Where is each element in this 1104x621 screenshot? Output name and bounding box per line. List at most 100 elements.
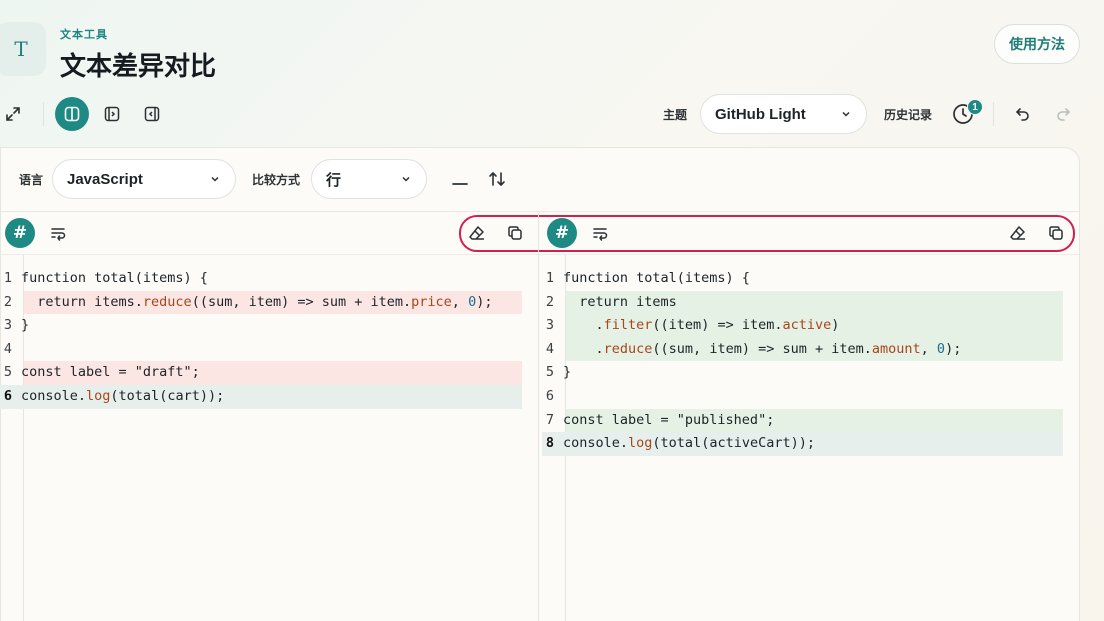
- line-number: 3: [545, 317, 555, 334]
- code-token: );: [476, 293, 493, 310]
- code-token: ((sum, item) => sum + item.: [652, 340, 872, 357]
- line-number: 6: [3, 387, 13, 404]
- code-text: console.log(total(cart));: [21, 385, 224, 409]
- code-token: (total(cart));: [110, 387, 225, 404]
- pane-divider: [538, 212, 539, 621]
- code-line: 2 return items: [542, 290, 1063, 315]
- code-token: return items.: [21, 293, 143, 310]
- line-number: 8: [545, 435, 555, 452]
- toolbar-divider: [993, 102, 994, 126]
- code-token: function total(items) {: [563, 270, 750, 286]
- code-token: );: [945, 340, 962, 357]
- line-number: 4: [545, 340, 555, 357]
- theme-select-value: GitHub Light: [715, 105, 806, 123]
- code-text: }: [563, 361, 571, 385]
- history-count-badge: 1: [967, 99, 983, 115]
- compare-mode-value: 行: [326, 171, 342, 189]
- code-token: log: [628, 435, 653, 452]
- code-line: 5 const label = "draft";: [0, 361, 522, 385]
- expand-icon[interactable]: [0, 97, 30, 131]
- code-text: console.log(total(activeCart));: [563, 432, 815, 456]
- code-token: price: [411, 293, 452, 310]
- redo-icon: [1057, 108, 1071, 121]
- code-token: reduce: [603, 340, 653, 357]
- compare-mode-select[interactable]: 行: [311, 159, 427, 199]
- code-token: filter: [603, 317, 653, 334]
- code-token: (total(activeCart));: [652, 435, 815, 452]
- code-token: 0: [468, 293, 477, 310]
- code-token: ((item) => item.: [652, 317, 783, 334]
- line-number: 1: [3, 270, 13, 286]
- options-bar: 语言 JavaScript 比较方式 行: [1, 148, 1079, 212]
- app-logo: T: [0, 22, 46, 76]
- swap-sides-button[interactable]: [480, 162, 514, 196]
- code-text: function total(items) {: [21, 267, 208, 291]
- wrap-toggle-left[interactable]: [47, 222, 69, 244]
- history-label: 历史记录: [884, 108, 933, 122]
- code-line: 3}: [0, 314, 522, 338]
- right-editor[interactable]: 1 function total(items) { 2 return items 3 …: [542, 267, 1063, 456]
- toolbar-divider: [43, 102, 44, 126]
- code-token: const label = "draft";: [21, 364, 200, 381]
- code-text: return items: [563, 291, 677, 315]
- collapse-unchanged-button[interactable]: [443, 162, 477, 196]
- undo-button[interactable]: [1006, 97, 1040, 131]
- code-token: function total(items) {: [21, 270, 208, 286]
- code-line: 8 console.log(total(activeCart));: [542, 432, 1063, 456]
- theme-select[interactable]: GitHub Light: [700, 94, 867, 134]
- code-token: log: [86, 387, 111, 404]
- code-token: const label = "published";: [563, 411, 775, 428]
- chevron-down-icon: [211, 176, 219, 182]
- minus-icon: [452, 183, 468, 185]
- code-token: .: [563, 340, 604, 357]
- code-line: 7 const label = "published";: [542, 408, 1063, 433]
- code-token: reduce: [142, 293, 192, 310]
- code-line: 3 .filter((item) => item.active): [542, 314, 1063, 338]
- code-text: .reduce((sum, item) => sum + item.amount…: [563, 338, 962, 362]
- page-title: 文本差异对比: [60, 51, 217, 81]
- panel-left-button[interactable]: [135, 97, 169, 131]
- code-text: return items.reduce((sum, item) => sum +…: [21, 291, 492, 315]
- line-number: 6: [545, 387, 555, 404]
- language-select[interactable]: JavaScript: [52, 159, 236, 199]
- code-text: function total(items) {: [563, 267, 750, 291]
- code-token: ,: [451, 293, 469, 310]
- split-view-button[interactable]: [55, 97, 89, 131]
- code-token: active: [782, 317, 832, 334]
- toolbar-separator: [0, 254, 1079, 255]
- code-text: const label = "draft";: [21, 361, 200, 385]
- code-token: }: [21, 317, 30, 334]
- line-number: 3: [3, 317, 13, 334]
- code-text: }: [21, 314, 29, 338]
- code-line: 1 function total(items) {: [542, 267, 1063, 291]
- code-token: ((sum, item) => sum + item.: [191, 293, 412, 310]
- text-wrap-icon: [51, 228, 66, 241]
- code-token: }: [563, 364, 572, 381]
- line-numbers-toggle-left[interactable]: #: [5, 218, 35, 248]
- panel-right-button[interactable]: [95, 97, 129, 131]
- line-number: 2: [3, 293, 13, 310]
- code-token: ): [831, 317, 840, 334]
- chevron-down-icon: [842, 111, 850, 117]
- line-number: 5: [545, 364, 555, 381]
- code-text: .filter((item) => item.active): [563, 314, 840, 338]
- line-number: 7: [545, 411, 555, 428]
- language-label: 语言: [19, 173, 44, 187]
- code-token: console.: [21, 387, 87, 404]
- code-token: ,: [920, 340, 937, 357]
- line-number: 4: [3, 340, 13, 357]
- code-line: 2 return items.reduce((sum, item) => sum…: [0, 290, 522, 315]
- code-line: 6 console.log(total(cart));: [0, 384, 522, 409]
- theme-label: 主题: [663, 108, 688, 122]
- left-editor[interactable]: 1 function total(items) { 2 return items.r…: [0, 267, 522, 409]
- code-text: const label = "published";: [563, 409, 774, 433]
- help-button[interactable]: 使用方法: [994, 24, 1080, 64]
- chevron-down-icon: [402, 176, 410, 182]
- redo-button[interactable]: [1046, 97, 1080, 131]
- line-number: 1: [545, 270, 555, 286]
- undo-icon: [1015, 108, 1029, 121]
- line-number: 2: [545, 293, 555, 310]
- page-eyebrow: 文本工具: [60, 29, 108, 41]
- code-line: 1 function total(items) {: [0, 267, 522, 291]
- highlight-annotation: [459, 215, 1075, 252]
